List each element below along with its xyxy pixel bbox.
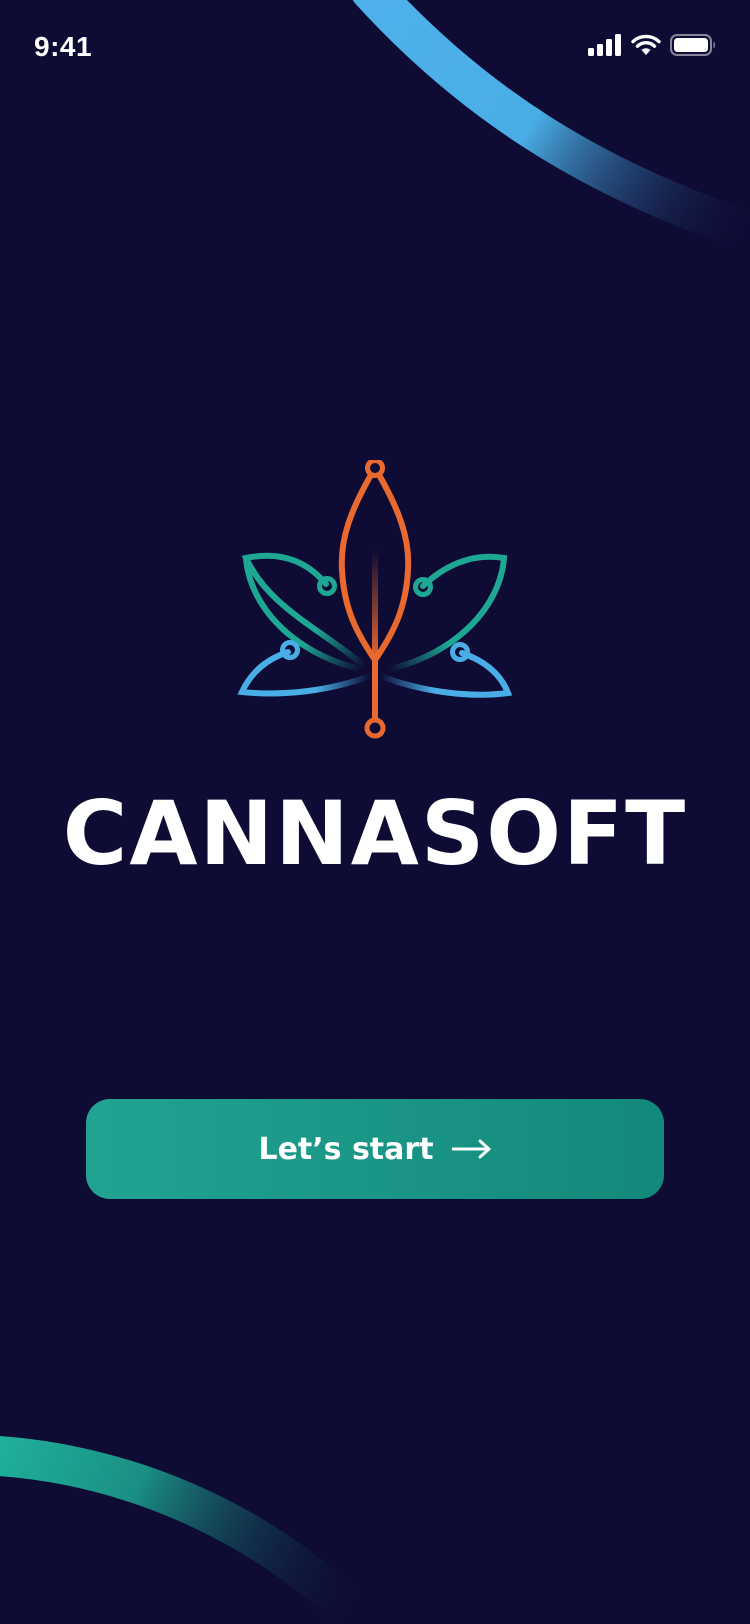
start-button-label: Let’s start [258,1131,434,1167]
bottom-decorative-arc [0,1436,375,1624]
lets-start-button[interactable]: Let’s start [86,1099,664,1199]
status-time: 9:41 [34,31,93,62]
status-bar: 9:41 [0,0,750,96]
status-icons [588,33,716,61]
splash-screen: 9:41 CANNASOFT Let’s start [0,0,750,1624]
battery-icon [670,33,716,61]
signal-icon [588,33,622,61]
wifi-icon [631,34,661,61]
cannabis-leaf-circuit-icon [237,460,513,739]
arrow-right-icon [451,1139,492,1159]
brand-name: CANNASOFT [62,782,688,885]
